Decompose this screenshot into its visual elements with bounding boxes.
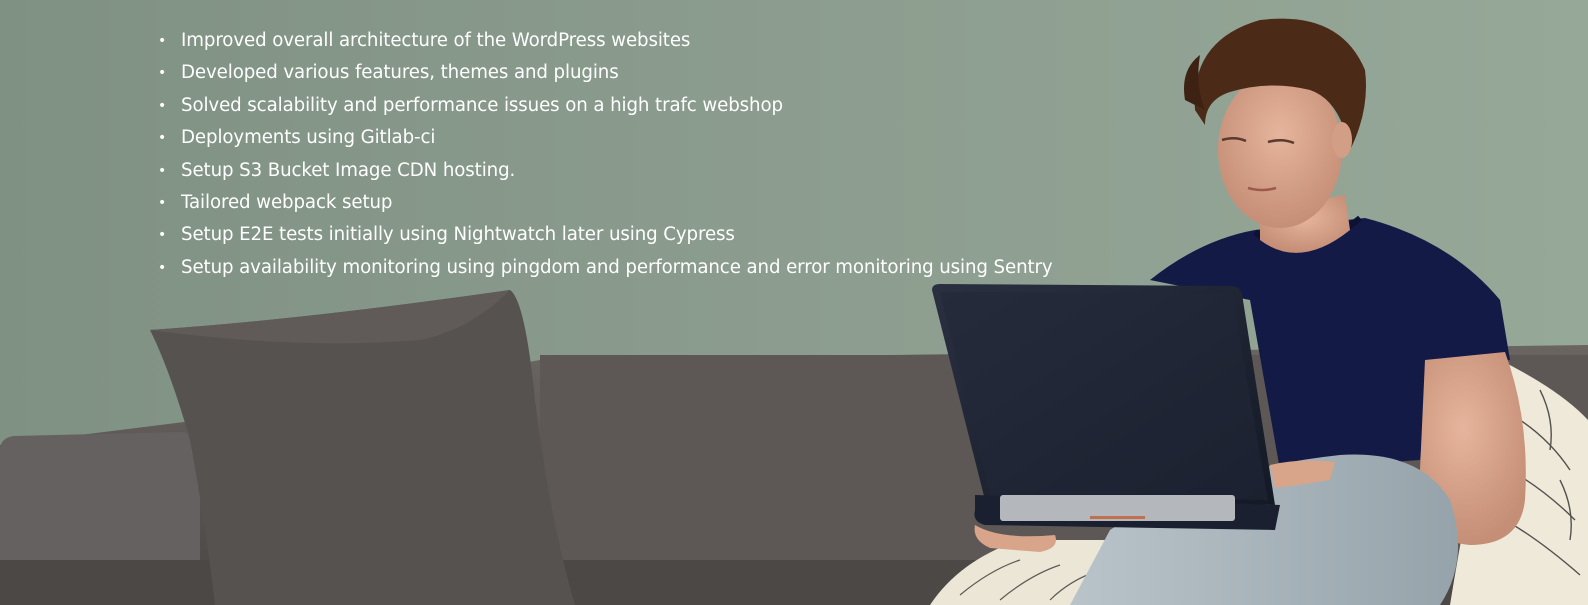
bullet-icon: •	[158, 130, 167, 147]
experience-bullet-list: • Improved overall architecture of the W…	[155, 26, 1053, 285]
list-item-text: Setup E2E tests initially using Nightwat…	[181, 224, 735, 246]
list-item: • Solved scalability and performance iss…	[155, 91, 1053, 123]
list-item: • Improved overall architecture of the W…	[155, 26, 1053, 58]
list-item-text: Setup S3 Bucket Image CDN hosting.	[181, 159, 516, 181]
list-item: • Setup availability monitoring using pi…	[155, 253, 1053, 285]
list-item: • Setup S3 Bucket Image CDN hosting.	[155, 156, 1053, 188]
bullet-icon: •	[158, 65, 167, 82]
bullet-icon: •	[158, 33, 167, 49]
bullet-icon: •	[158, 194, 167, 211]
bullet-icon: •	[158, 97, 167, 114]
list-item: • Setup E2E tests initially using Nightw…	[155, 220, 1053, 252]
bullet-icon: •	[158, 162, 167, 179]
list-item-text: Tailored webpack setup	[181, 191, 393, 213]
list-item: • Tailored webpack setup	[155, 188, 1053, 220]
list-item-text: Developed various features, themes and p…	[181, 62, 619, 84]
list-item: • Developed various features, themes and…	[155, 58, 1053, 90]
list-item-text: Improved overall architecture of the Wor…	[181, 30, 691, 51]
list-item-text: Setup availability monitoring using ping…	[181, 256, 1053, 278]
list-item-text: Solved scalability and performance issue…	[181, 94, 783, 116]
list-item: • Deployments using Gitlab-ci	[155, 123, 1053, 155]
list-item-text: Deployments using Gitlab-ci	[181, 127, 436, 149]
hero-section: • Improved overall architecture of the W…	[0, 0, 1588, 605]
bullet-icon: •	[158, 227, 167, 244]
bullet-icon: •	[158, 259, 167, 276]
